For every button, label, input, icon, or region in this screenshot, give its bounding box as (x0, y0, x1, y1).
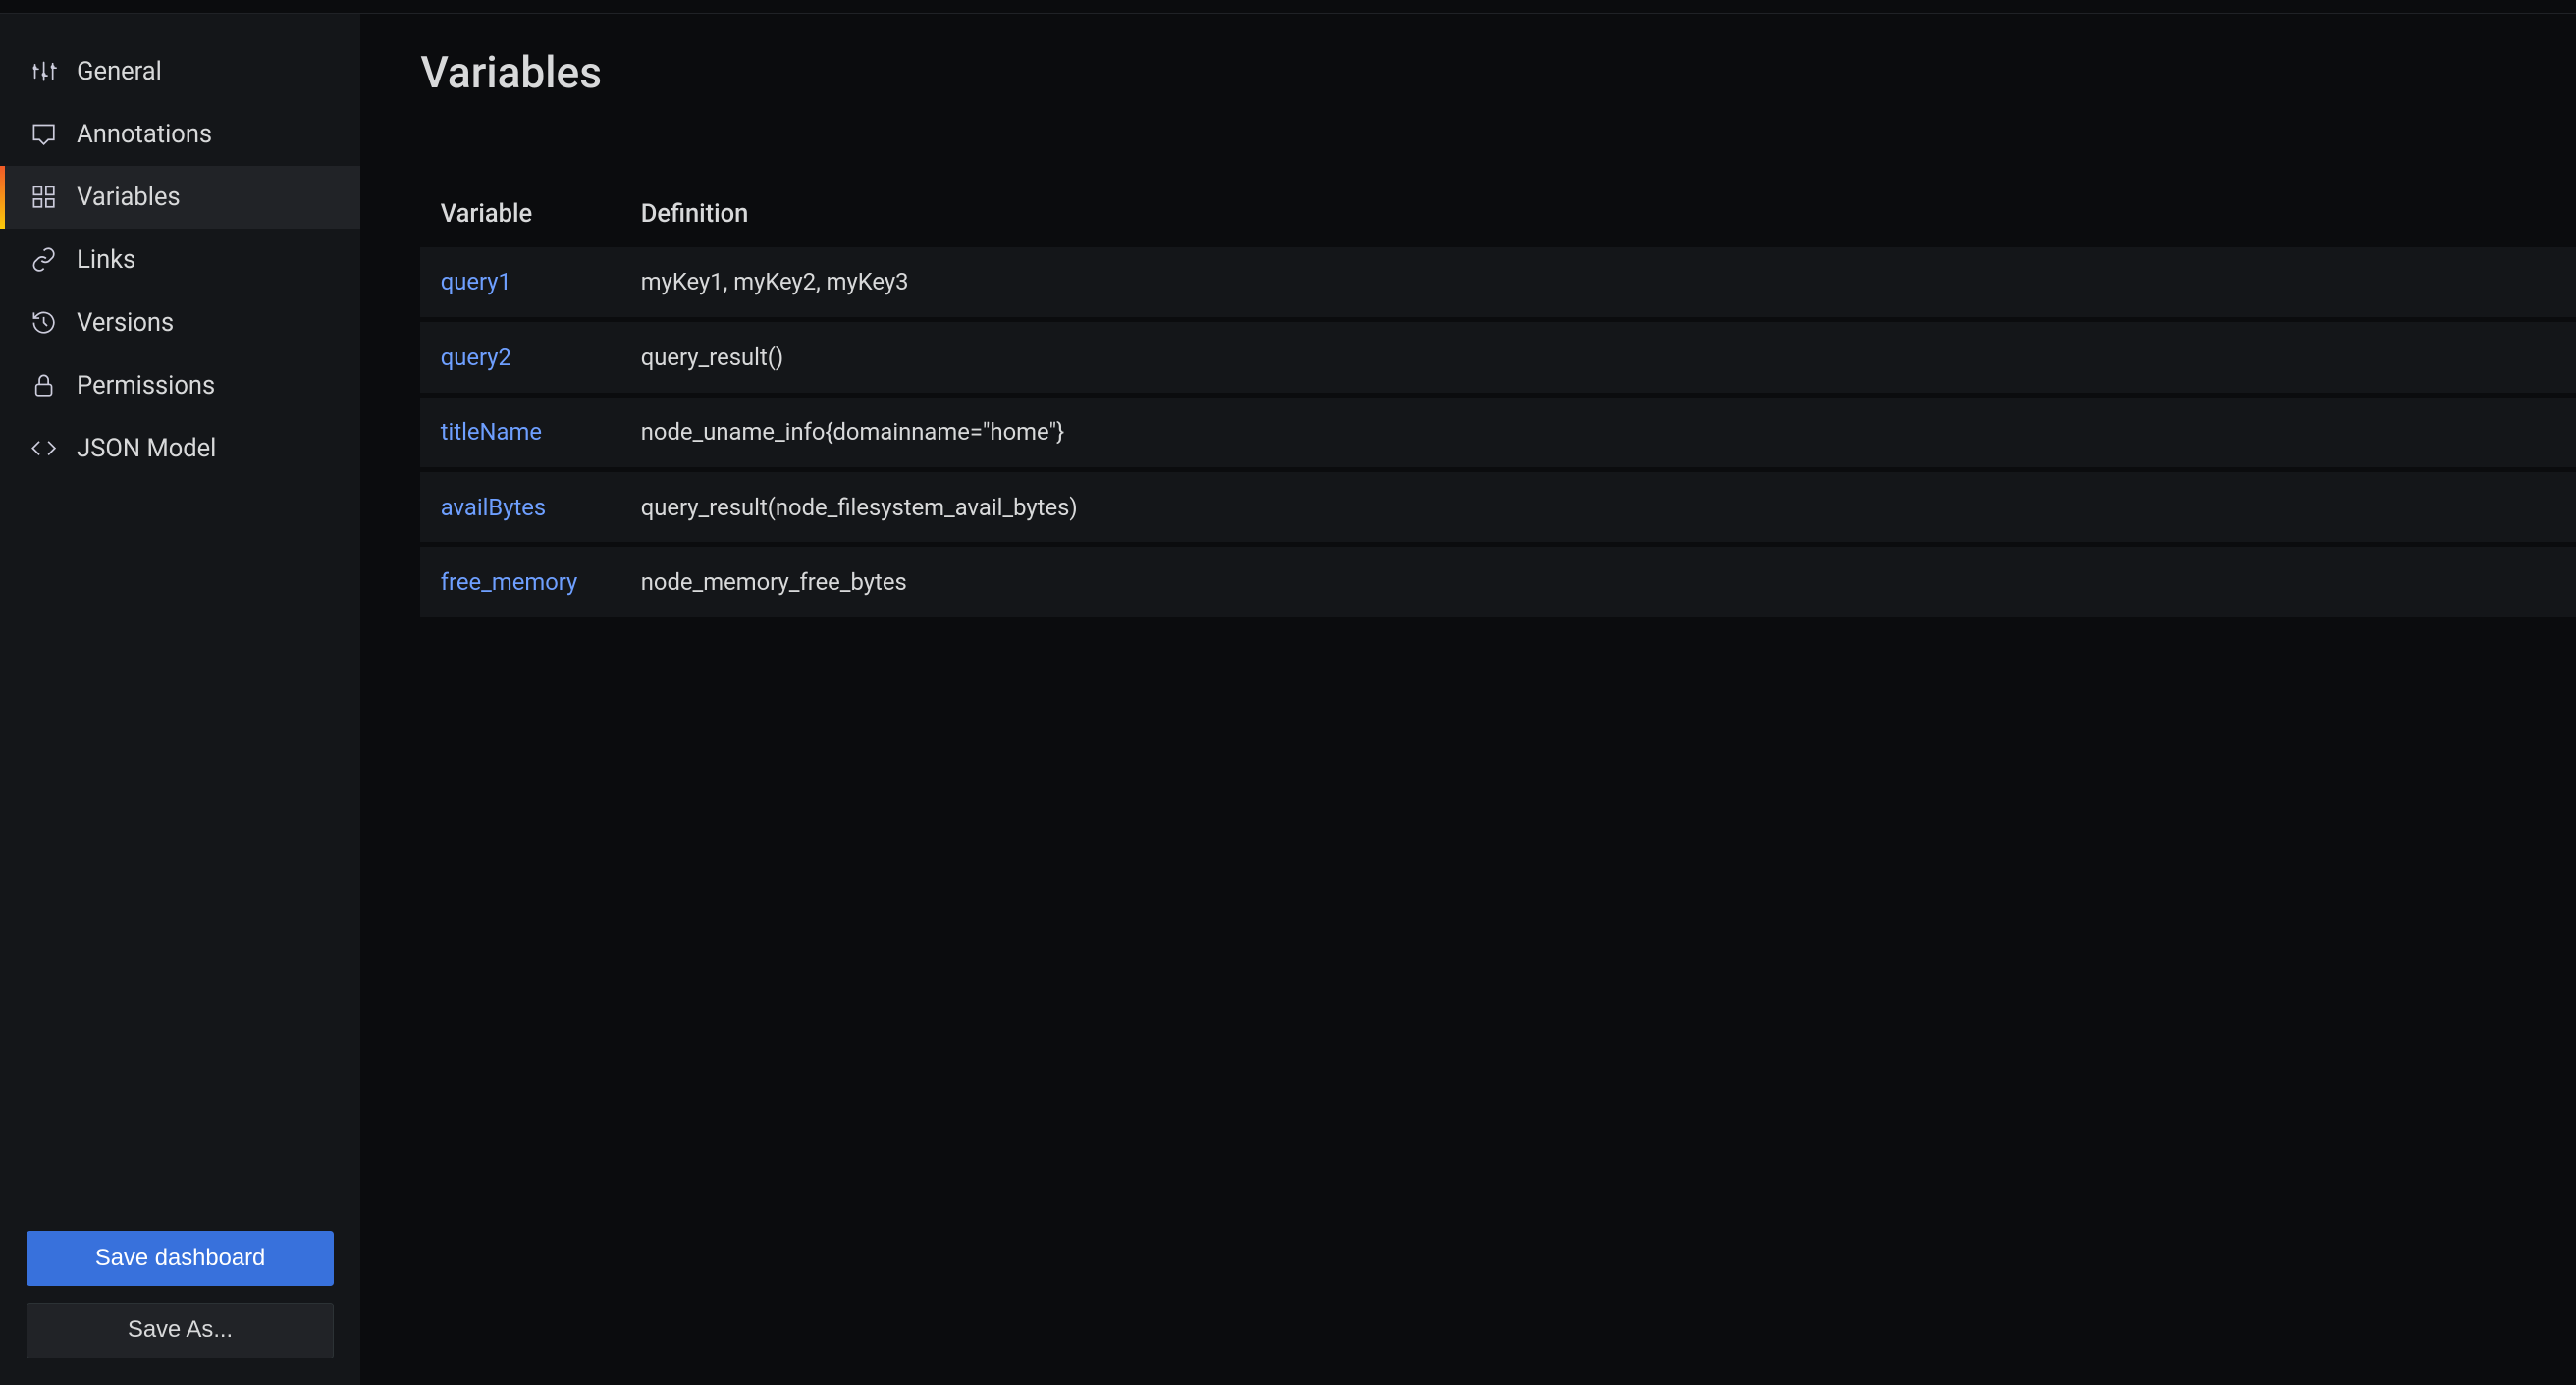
table-row: query1 myKey1, myKey2, myKey3 (420, 247, 2576, 317)
sidebar-item-versions[interactable]: Versions (0, 292, 360, 354)
lock-icon (30, 372, 57, 399)
variable-definition: query_result(node_filesystem_avail_bytes… (620, 472, 2576, 542)
sidebar-item-json-model[interactable]: JSON Model (0, 417, 360, 480)
variable-name-link[interactable]: free_memory (441, 568, 578, 596)
history-icon (30, 309, 57, 336)
link-icon (30, 246, 57, 273)
sidebar-item-annotations[interactable]: Annotations (0, 103, 360, 166)
code-icon (30, 435, 57, 461)
variable-definition: query_result() (620, 322, 2576, 392)
table-row: query2 query_result() (420, 322, 2576, 392)
variable-name-link[interactable]: query1 (441, 268, 511, 295)
sidebar-item-label: General (77, 57, 162, 86)
variable-name-link[interactable]: titleName (441, 418, 542, 446)
column-header-definition: Definition (620, 186, 2576, 242)
page-title: Variables (420, 47, 602, 98)
layout: General Annotations Variables Links (0, 14, 2576, 1385)
variable-definition: node_memory_free_bytes (620, 547, 2576, 616)
sidebar-item-variables[interactable]: Variables (0, 166, 360, 229)
main-content: Variables New Variable Definition query1… (360, 14, 2576, 1385)
variables-table: Variable Definition query1 myKey1, myKey2… (420, 182, 2576, 622)
variable-definition: myKey1, myKey2, myKey3 (620, 247, 2576, 317)
save-as-button[interactable]: Save As... (27, 1303, 334, 1358)
main-header: Variables New (420, 47, 2576, 98)
sidebar-item-label: Permissions (77, 371, 215, 400)
sliders-icon (30, 58, 57, 84)
topbar (0, 0, 2576, 14)
sidebar-item-general[interactable]: General (0, 40, 360, 103)
variable-name-link[interactable]: availBytes (441, 494, 546, 521)
sidebar-item-label: JSON Model (77, 434, 216, 463)
table-row: titleName node_uname_info{domainname="hom… (420, 398, 2576, 467)
column-header-variable: Variable (420, 186, 620, 242)
sidebar: General Annotations Variables Links (0, 14, 360, 1385)
sidebar-item-label: Variables (77, 183, 180, 212)
table-row: free_memory node_memory_free_bytes (420, 547, 2576, 616)
sidebar-item-links[interactable]: Links (0, 229, 360, 292)
sidebar-item-permissions[interactable]: Permissions (0, 354, 360, 417)
variable-name-link[interactable]: query2 (441, 344, 511, 371)
variable-definition: node_uname_info{domainname="home"} (620, 398, 2576, 467)
table-row: availBytes query_result(node_filesystem_a… (420, 472, 2576, 542)
grid-icon (30, 184, 57, 210)
sidebar-item-label: Annotations (77, 120, 212, 149)
comment-icon (30, 121, 57, 147)
save-dashboard-button[interactable]: Save dashboard (27, 1231, 334, 1285)
sidebar-item-label: Links (77, 245, 135, 275)
sidebar-item-label: Versions (77, 308, 174, 338)
